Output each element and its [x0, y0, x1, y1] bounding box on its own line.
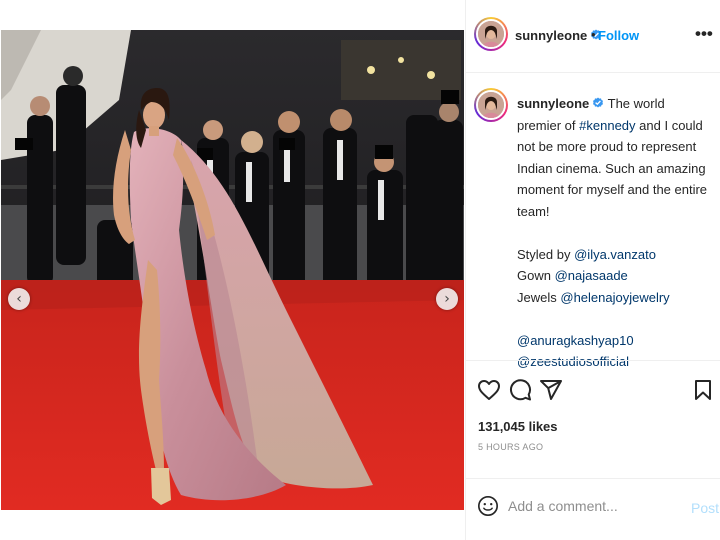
follow-separator: • [591, 27, 596, 42]
share-icon[interactable] [539, 378, 563, 402]
red-carpet-photo [1, 30, 464, 510]
mention-link[interactable]: @ilya.vanzato [574, 247, 656, 262]
comment-composer: Post [466, 490, 720, 530]
post-timestamp[interactable]: 5 HOURS AGO [478, 442, 543, 452]
post-author-username[interactable]: sunnyleone [515, 28, 602, 43]
gown-line: Gown @najasaade [517, 268, 628, 283]
post-sidebar: sunnyleone • Follow ••• sunnyleone The w… [465, 0, 720, 540]
avatar[interactable] [474, 88, 508, 122]
mention-link[interactable]: @anuragkashyap10 [517, 333, 634, 348]
more-options-icon[interactable]: ••• [695, 24, 713, 44]
divider [466, 360, 720, 361]
comment-input[interactable] [508, 495, 668, 517]
carousel-next-button[interactable]: › [436, 288, 458, 310]
post-photo[interactable]: ‹ › [1, 30, 464, 510]
action-bar [466, 378, 720, 406]
like-count[interactable]: 131,045 likes [478, 419, 558, 434]
styled-by-line: Styled by @ilya.vanzato [517, 246, 656, 262]
emoji-icon[interactable] [477, 495, 499, 517]
follow-button[interactable]: Follow [598, 28, 639, 43]
avatar[interactable] [474, 17, 508, 51]
hashtag-link[interactable]: #kennedy [579, 118, 635, 133]
carousel-prev-button[interactable]: ‹ [8, 288, 30, 310]
divider [466, 478, 720, 479]
verified-badge-icon [593, 97, 604, 108]
comment-icon[interactable] [508, 378, 532, 402]
chevron-left-icon: ‹ [16, 291, 22, 307]
jewels-line: Jewels @helenajoyjewelry [517, 289, 670, 305]
post-caption: sunnyleone The world premier of #kennedy… [517, 93, 712, 373]
chevron-right-icon: › [444, 291, 450, 307]
heart-icon[interactable] [477, 378, 501, 402]
bookmark-icon[interactable] [691, 378, 715, 402]
post-header: sunnyleone • Follow ••• [466, 0, 720, 73]
mention-link[interactable]: @helenajoyjewelry [560, 290, 669, 305]
caption-username[interactable]: sunnyleone [517, 96, 604, 111]
mention-link[interactable]: @zeestudiosofficial [517, 354, 629, 369]
post-modal: ‹ › sunnyleone • Follow ••• sunnyleone T… [0, 0, 720, 540]
post-comment-button[interactable]: Post [691, 500, 719, 516]
mention-link[interactable]: @najasaade [555, 268, 628, 283]
